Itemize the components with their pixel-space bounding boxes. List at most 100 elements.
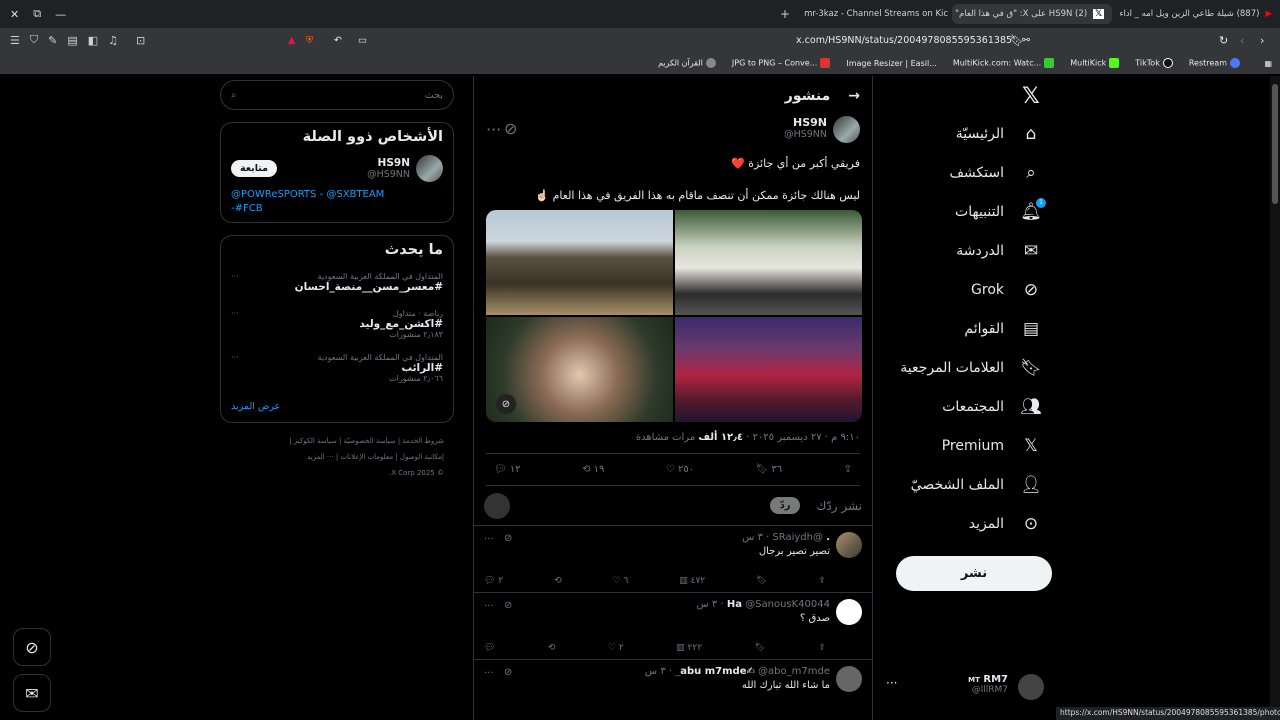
tab-youtube[interactable]: ▶ (887) شيلة طاعي الزين ويل امه _ اداء — [1120, 4, 1280, 24]
reply-action[interactable]: 💬︎ ٢ — [484, 576, 503, 586]
repost-action[interactable]: ⟲ ١٩ — [582, 464, 604, 475]
reply-item[interactable]: ··· ⊘ . @SRaiydh · ٣ س تصير تصير برجال 💬… — [474, 526, 872, 593]
trend-item[interactable]: ··· المتداول في المملكة العربية السعودية… — [231, 353, 443, 383]
search-input[interactable]: ⌕ بحث — [220, 80, 454, 110]
nav-home[interactable]: ⌂ الرئيسيّة — [956, 124, 1042, 144]
bookmark-icon[interactable]: 🔖︎ — [756, 576, 767, 586]
bookmarks-grid-icon[interactable]: ▦ — [1264, 59, 1272, 68]
menu-icon[interactable]: ☰ — [10, 34, 20, 47]
reply-item[interactable]: ··· ⊘ Ha @SanousK40044 · ٣ س صدق ؟ 💬︎ ⟲ … — [474, 593, 872, 660]
tab-kick[interactable]: + mr-3kaz - Channel Streams on Kick ◐ — [772, 4, 948, 24]
reply-action[interactable]: 💬︎ ١٢ — [494, 464, 521, 475]
grok-icon[interactable]: ⊘ — [504, 533, 512, 544]
restore-window-icon[interactable]: ⧉ — [33, 7, 41, 21]
bookmark-image-resizer[interactable]: Image Resizer | Easil... — [846, 59, 937, 68]
forward-icon[interactable]: › — [1260, 34, 1264, 47]
nav-notifications[interactable]: 🔔︎ 1 التنبيهات — [955, 198, 1046, 222]
wallet-icon[interactable]: ▤ — [67, 34, 77, 47]
nav-bookmarks[interactable]: 🔖︎ العلامات المرجعية — [900, 358, 1042, 378]
trend-more-icon[interactable]: ··· — [231, 353, 239, 362]
avatar[interactable] — [833, 116, 860, 143]
author-handle[interactable]: @HS9NN — [784, 129, 827, 140]
team-photo-4[interactable] — [675, 317, 862, 422]
nav-explore[interactable]: ⌕ استكشف — [949, 163, 1042, 183]
share-icon[interactable]: ⇪ — [818, 576, 826, 586]
bookmark-action[interactable]: 🔖︎ ٣٦ — [756, 464, 783, 475]
messages-floating-button[interactable]: ✉ — [13, 674, 51, 712]
scrollbar-thumb[interactable] — [1272, 84, 1278, 204]
reload-icon[interactable]: ↻ — [1219, 34, 1228, 47]
reply-button[interactable]: ردّ — [769, 497, 801, 514]
bookmark-jpg-to-png[interactable]: JPG to PNG – Conve... — [732, 58, 831, 68]
bookmark-star-icon[interactable]: 🔖︎ — [1010, 34, 1024, 47]
author-name[interactable]: HS9N — [784, 116, 827, 129]
show-more-link[interactable]: عرض المزيد — [231, 401, 443, 412]
tv-icon[interactable]: ▭ — [358, 35, 367, 46]
nav-communities[interactable]: 👥︎ المجتمعات — [942, 397, 1042, 417]
reply-action[interactable]: 💬︎ — [484, 643, 495, 653]
post-more-icon[interactable]: ··· — [486, 120, 501, 139]
bookmark-restream[interactable]: Restream — [1189, 58, 1240, 68]
trend-item[interactable]: ··· المتداول في المملكة العربية السعودية… — [231, 272, 443, 293]
avatar[interactable] — [836, 666, 862, 692]
sidebar-icon[interactable]: ◧ — [88, 34, 98, 47]
bookmark-quran[interactable]: القرآن الكريم — [658, 58, 716, 68]
grok-icon[interactable]: ⊘ — [504, 600, 512, 611]
grok-icon[interactable]: ⊘ — [504, 119, 517, 138]
avatar[interactable] — [836, 599, 862, 625]
repost-action[interactable]: ⟲ — [554, 576, 562, 586]
reply-more-icon[interactable]: ··· — [484, 668, 494, 679]
brave-shield-icon[interactable]: ⛨ — [306, 35, 313, 46]
x-logo-icon[interactable]: 𝕏 — [1022, 84, 1040, 109]
nav-more[interactable]: ⊙ المزيد — [969, 514, 1042, 534]
url-bar[interactable]: ▲ ⛨ ↶ ▭ x.com/HS9NN/status/2004978085595… — [280, 30, 1030, 50]
share-icon[interactable]: ⇪ — [818, 643, 826, 653]
trend-item[interactable]: ··· رياضة · متداول #اكشن_مع_وليد ٢٫١٨٣ م… — [231, 309, 443, 339]
follow-button[interactable]: متابعة — [231, 160, 278, 177]
reply-more-icon[interactable]: ··· — [484, 601, 494, 612]
back-arrow-icon[interactable]: ↶ — [334, 35, 342, 46]
nav-premium[interactable]: 𝕏 Premium — [942, 436, 1042, 456]
bookmark-multikick-watch[interactable]: MultiKick.com: Watc... — [953, 58, 1055, 68]
reply-input[interactable]: نشر ردّك — [816, 499, 862, 513]
bat-icon[interactable]: ▲ — [288, 35, 295, 46]
new-tab-icon[interactable]: + — [780, 7, 790, 21]
grok-floating-button[interactable]: ⊘ — [13, 628, 51, 666]
reply-more-icon[interactable]: ··· — [484, 534, 494, 545]
team-photo-3[interactable]: ⊘ — [486, 317, 673, 422]
like-action[interactable]: ♡ ٦ — [613, 576, 629, 586]
shield-icon[interactable]: ⛉ — [30, 33, 38, 47]
back-icon[interactable]: ‹ — [1240, 34, 1244, 47]
account-switcher[interactable]: ··· MT RM7 @lllRM7 — [886, 674, 1046, 704]
like-action[interactable]: ♡ ٢٥٠ — [666, 464, 694, 475]
screenshot-icon[interactable]: ⊡ — [136, 34, 145, 47]
bookmark-multikick[interactable]: MultiKick — [1070, 58, 1120, 68]
team-photo-1[interactable] — [486, 210, 673, 315]
grok-icon[interactable]: ⊘ — [504, 667, 512, 678]
bookmark-tiktok[interactable]: TikTok — [1135, 58, 1173, 68]
trend-more-icon[interactable]: ··· — [231, 309, 239, 318]
more-dots-icon[interactable]: ··· — [886, 676, 897, 690]
avatar[interactable] — [836, 532, 862, 558]
tab-x-post[interactable]: 𝕏 (2) HS9N على X: "ق في هذا العام" ✕ — [952, 4, 1112, 24]
minimize-window-icon[interactable]: — — [55, 8, 66, 21]
nav-profile[interactable]: 👤︎ الملف الشخصيّ — [911, 475, 1042, 495]
pen-icon[interactable]: ✎ — [48, 34, 57, 47]
team-photo-2[interactable] — [675, 210, 862, 315]
repost-action[interactable]: ⟲ — [548, 643, 556, 653]
post-button[interactable]: نشر — [896, 556, 1052, 591]
back-arrow-icon[interactable]: → — [848, 88, 860, 104]
nav-grok[interactable]: ⊘ Grok — [971, 280, 1042, 300]
page-scrollbar[interactable] — [1270, 76, 1280, 720]
like-action[interactable]: ♡ ٢ — [608, 643, 624, 653]
views-action[interactable]: ▥ ٢٢٢ — [676, 643, 702, 653]
music-icon[interactable]: ♫ — [108, 34, 118, 47]
views-action[interactable]: ▥ ٤٧٢ — [679, 576, 705, 586]
reply-item[interactable]: ··· ⊘ abu m7mde✍ @abo_m7mde_ · ٣ س ما شا… — [474, 660, 872, 720]
share-icon[interactable]: ⇪ — [844, 464, 852, 475]
grok-icon[interactable]: ⊘ — [496, 394, 516, 414]
url-text[interactable]: x.com/HS9NN/status/2004978085595361385 — [796, 35, 1012, 46]
bookmark-icon[interactable]: 🔖︎ — [755, 643, 766, 653]
avatar[interactable] — [416, 155, 443, 182]
trend-more-icon[interactable]: ··· — [231, 272, 239, 281]
